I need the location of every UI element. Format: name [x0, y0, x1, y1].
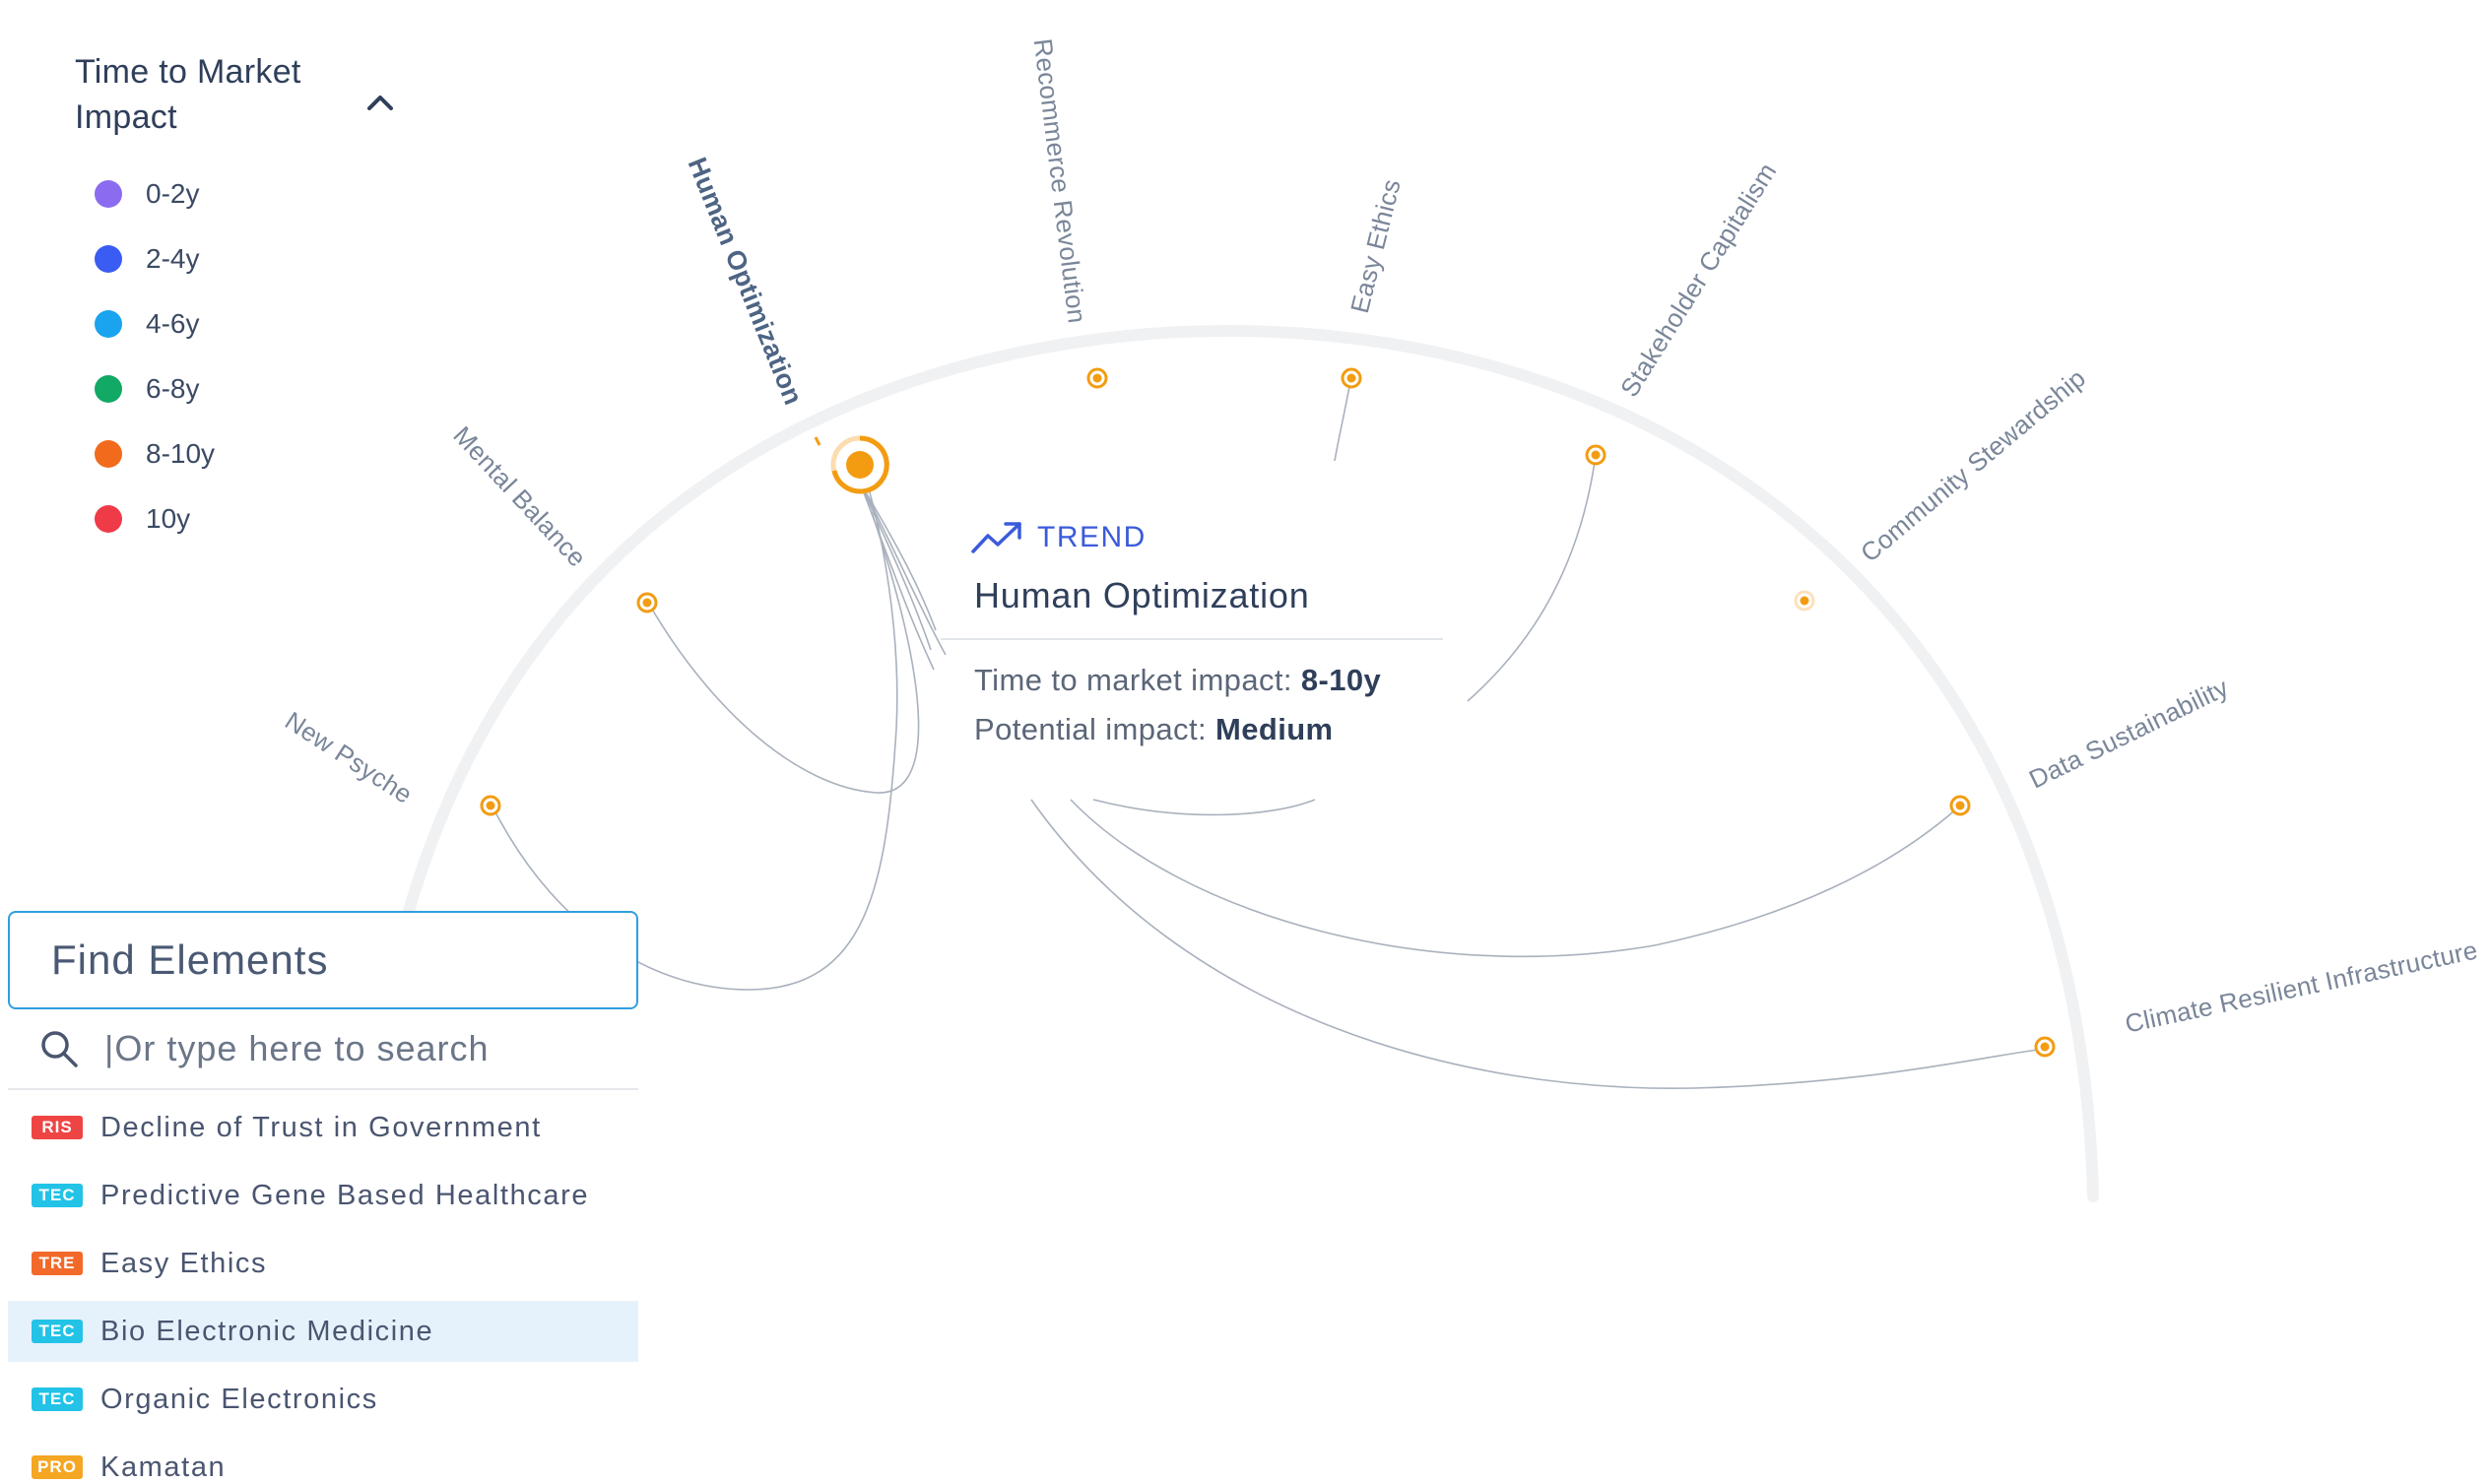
- legend-dot: [95, 310, 122, 338]
- result-item[interactable]: PRO Kamatan: [8, 1437, 638, 1484]
- result-item[interactable]: TEC Bio Electronic Medicine: [8, 1301, 638, 1362]
- node-community-stewardship[interactable]: [1794, 590, 1815, 612]
- legend-dot: [95, 505, 122, 533]
- find-elements-title[interactable]: Find Elements: [8, 911, 638, 1009]
- result-label: Easy Ethics: [100, 1247, 268, 1279]
- node-human-optimization[interactable]: [814, 435, 889, 494]
- results-list: RIS Decline of Trust in Government TEC P…: [8, 1097, 638, 1484]
- legend-item-0-2y[interactable]: 0-2y: [75, 161, 400, 226]
- result-item[interactable]: TEC Predictive Gene Based Healthcare: [8, 1165, 638, 1226]
- category-badge: PRO: [32, 1455, 83, 1479]
- tooltip-time-value: 8-10y: [1300, 663, 1382, 697]
- tooltip-time-row: Time to market impact: 8-10y: [974, 656, 1443, 705]
- legend-item-10y[interactable]: 10y: [75, 486, 400, 551]
- legend-dot: [95, 180, 122, 208]
- category-badge: RIS: [32, 1116, 83, 1139]
- tooltip-impact-value: Medium: [1215, 712, 1334, 746]
- legend-title: Time to Market Impact: [75, 53, 301, 136]
- search-input[interactable]: [102, 1027, 619, 1070]
- tooltip-impact-label: Potential impact:: [974, 712, 1207, 746]
- tooltip-time-label: Time to market impact:: [974, 663, 1292, 697]
- category-badge: TEC: [32, 1387, 83, 1411]
- result-item[interactable]: TRE Easy Ethics: [8, 1233, 638, 1294]
- result-item[interactable]: RIS Decline of Trust in Government: [8, 1097, 638, 1158]
- node-data-sustainability[interactable]: [1949, 795, 1971, 816]
- node-easy-ethics[interactable]: [1341, 367, 1362, 389]
- time-to-market-legend: Time to Market Impact 0-2y 2-4y 4-6y 6-8…: [75, 49, 400, 551]
- legend-item-label: 8-10y: [146, 438, 216, 469]
- legend-item-6-8y[interactable]: 6-8y: [75, 356, 400, 421]
- tooltip-impact-row: Potential impact: Medium: [974, 705, 1443, 754]
- legend-item-8-10y[interactable]: 8-10y: [75, 421, 400, 486]
- legend-item-label: 0-2y: [146, 178, 200, 209]
- node-recommerce-revolution[interactable]: [1086, 367, 1108, 389]
- legend-item-4-6y[interactable]: 4-6y: [75, 291, 400, 356]
- node-stakeholder-capitalism[interactable]: [1585, 444, 1607, 466]
- result-item[interactable]: TEC Organic Electronics: [8, 1369, 638, 1430]
- search-row: [8, 1009, 638, 1090]
- category-badge: TEC: [32, 1184, 83, 1207]
- find-elements-panel: Find Elements RIS Decline of Trust in Go…: [8, 911, 638, 1484]
- trend-tooltip: TREND Human Optimization Time to market …: [941, 510, 1443, 754]
- node-climate-resilient-infrastructure[interactable]: [2034, 1036, 2056, 1058]
- tooltip-type: TREND: [1037, 521, 1147, 553]
- radar-arc: [403, 324, 2099, 1202]
- result-label: Decline of Trust in Government: [100, 1111, 542, 1143]
- result-label: Bio Electronic Medicine: [100, 1315, 434, 1347]
- chevron-up-icon[interactable]: [361, 83, 400, 122]
- category-badge: TEC: [32, 1320, 83, 1343]
- search-icon: [41, 1031, 78, 1067]
- node-new-psyche[interactable]: [480, 795, 501, 816]
- legend-items: 0-2y 2-4y 4-6y 6-8y 8-10y 10y: [75, 161, 400, 551]
- category-badge: TRE: [32, 1252, 83, 1275]
- legend-item-label: 4-6y: [146, 308, 200, 339]
- tooltip-divider: [941, 638, 1443, 640]
- legend-item-label: 6-8y: [146, 373, 200, 404]
- legend-item-label: 10y: [146, 503, 191, 534]
- radar-stage: New Psyche Mental Balance Human Optimiza…: [0, 0, 2492, 1484]
- legend-dot: [95, 245, 122, 273]
- tooltip-title: Human Optimization: [974, 575, 1310, 615]
- legend-dot: [95, 375, 122, 403]
- legend-dot: [95, 440, 122, 468]
- legend-item-label: 2-4y: [146, 243, 200, 274]
- tooltip-type-row: TREND: [941, 510, 1443, 565]
- result-label: Organic Electronics: [100, 1383, 378, 1415]
- node-mental-balance[interactable]: [636, 592, 658, 613]
- legend-item-2-4y[interactable]: 2-4y: [75, 226, 400, 291]
- result-label: Predictive Gene Based Healthcare: [100, 1179, 590, 1211]
- trending-up-icon: [971, 522, 1021, 553]
- result-label: Kamatan: [100, 1451, 227, 1483]
